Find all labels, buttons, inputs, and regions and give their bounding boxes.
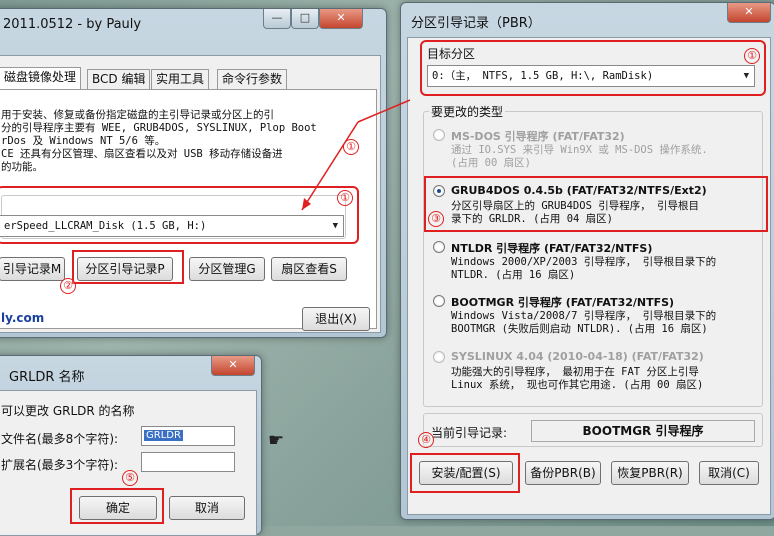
minimize-button[interactable]: — [263,9,291,29]
description-line: 分的引导程序主要有 WEE, GRUB4DOS, SYSLINUX, Plop … [1,122,317,134]
radio-syslinux[interactable] [433,351,445,363]
close-button[interactable]: ✕ [211,356,255,376]
option-title: MS-DOS 引导程序 (FAT/FAT32) [451,130,625,143]
annotation-marker: ⑤ [122,470,138,486]
extension-input[interactable] [141,452,235,472]
website-link[interactable]: ly.com [1,311,44,325]
annotation-marker: ② [60,278,76,294]
grldr-dialog-title: GRLDR 名称 [9,370,85,385]
radio-ntldr[interactable] [433,241,445,253]
filename-value: GRLDR [144,430,183,441]
option-description: 通过 IO.SYS 来引导 Win9X 或 MS-DOS 操作系统. (占用 0… [451,144,708,169]
tab-disk-image[interactable]: 磁盘镜像处理 [0,67,82,90]
tab-bcd-edit[interactable]: BCD 编辑 [87,69,151,89]
description-line: 的功能。 [1,161,43,173]
filename-label: 文件名(最多8个字符): [1,432,119,446]
sector-view-button[interactable]: 扇区查看S [271,257,347,281]
cancel-button[interactable]: 取消(C) [699,461,759,485]
maximize-button[interactable]: □ [291,9,319,29]
annotation-marker: ③ [428,211,444,227]
option-description: 功能强大的引导程序， 最初用于在 FAT 分区上引导 Linux 系统， 现也可… [451,366,704,391]
annotation-box-ok [70,488,164,524]
annotation-box-target [420,40,766,96]
main-description: 用于安装、修复或备份指定磁盘的主引导记录或分区上的引 分的引导程序主要有 WEE… [1,109,351,174]
change-type-label: 要更改的类型 [429,103,506,120]
tab-command-line[interactable]: 命令行参数 [217,69,288,89]
restore-pbr-button[interactable]: 恢复PBR(R) [611,461,689,485]
filename-input[interactable]: GRLDR [141,426,235,446]
radio-bootmgr[interactable] [433,295,445,307]
annotation-box-grub4dos [424,176,768,232]
main-window-title: 2011.0512 - by Pauly [3,17,142,32]
annotation-marker: ① [343,139,359,155]
annotation-marker: ① [744,48,760,64]
close-button[interactable]: ✕ [727,3,771,23]
mbr-button[interactable]: 引导记录M [0,257,65,281]
annotation-marker: ④ [418,432,434,448]
current-record-label: 当前引导记录: [431,426,508,440]
description-line: 用于安装、修复或备份指定磁盘的主引导记录或分区上的引 [1,109,274,121]
description-line: rDos 及 Windows NT 5/6 等。 [1,135,166,147]
extension-label: 扩展名(最多3个字符): [1,458,119,472]
annotation-box-disk [0,186,359,244]
cancel-button[interactable]: 取消 [169,496,245,520]
exit-button[interactable]: 退出(X) [302,307,370,331]
current-record-value: BOOTMGR 引导程序 [531,420,755,442]
annotation-box-install [410,453,520,493]
radio-msdos[interactable] [433,129,445,141]
option-title: NTLDR 引导程序 (FAT/FAT32/NTFS) [451,242,653,255]
partition-manage-button[interactable]: 分区管理G [189,257,265,281]
grldr-description: 可以更改 GRLDR 的名称 [1,404,135,418]
description-line: CE 还具有分区管理、扇区查看以及对 USB 移动存储设备进 [1,148,283,160]
option-title: BOOTMGR 引导程序 (FAT/FAT32/NTFS) [451,296,675,309]
annotation-marker: ① [337,190,353,206]
bootice-main-window: 2011.0512 - by Pauly — □ ✕ 磁盘镜像处理 BCD 编辑… [0,8,387,338]
tab-utilities[interactable]: 实用工具 [151,69,210,89]
pbr-window-title: 分区引导记录（PBR） [411,16,541,31]
option-title: SYSLINUX 4.04 (2010-04-18) (FAT/FAT32) [451,350,704,363]
pbr-titlebar[interactable]: 分区引导记录（PBR） [401,3,774,33]
hand-cursor-icon: ☛ [268,430,285,451]
annotation-box-pbr-button [72,250,184,284]
close-button[interactable]: ✕ [319,9,363,29]
backup-pbr-button[interactable]: 备份PBR(B) [525,461,601,485]
option-description: Windows 2000/XP/2003 引导程序， 引导根目录下的 NTLDR… [451,256,717,281]
option-description: Windows Vista/2008/7 引导程序， 引导根目录下的 BOOTM… [451,310,717,335]
